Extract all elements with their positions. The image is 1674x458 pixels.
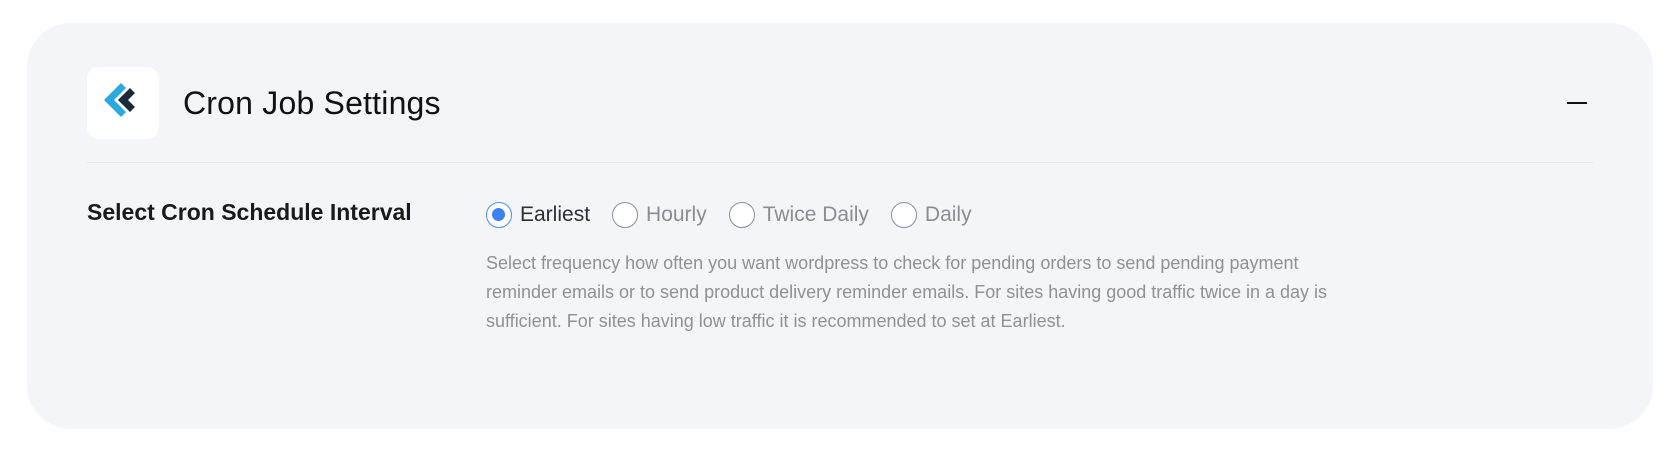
help-text: Select frequency how often you want word… xyxy=(486,253,1328,331)
radio-twice-daily[interactable]: Twice Daily xyxy=(728,202,869,228)
cron-interval-label: Select Cron Schedule Interval xyxy=(87,199,412,225)
radio-hourly[interactable]: Hourly xyxy=(612,202,707,228)
cron-interval-radio-group: Earliest Hourly Twice Daily Daily xyxy=(486,200,994,230)
page-title: Cron Job Settings xyxy=(183,85,441,121)
radio-daily[interactable]: Daily xyxy=(890,202,972,228)
radio-earliest[interactable]: Earliest xyxy=(486,202,590,228)
card-header: Cron Job Settings xyxy=(87,67,1593,139)
radio-button-selected[interactable] xyxy=(486,202,512,228)
radio-label-daily: Daily xyxy=(924,203,972,226)
divider xyxy=(87,162,1593,163)
radio-button[interactable] xyxy=(612,202,639,228)
settings-card: Cron Job Settings Select Cron Schedule I… xyxy=(27,23,1653,429)
collapse-button[interactable] xyxy=(1565,89,1593,117)
logo xyxy=(87,67,159,139)
radio-label-hourly: Hourly xyxy=(646,203,707,226)
radio-label-earliest: Earliest xyxy=(520,203,591,226)
brand-logo-icon xyxy=(104,83,135,117)
radio-label-twice-daily: Twice Daily xyxy=(762,203,869,226)
radio-button[interactable] xyxy=(890,202,917,228)
radio-button[interactable] xyxy=(728,202,755,228)
minus-icon xyxy=(1567,102,1587,104)
